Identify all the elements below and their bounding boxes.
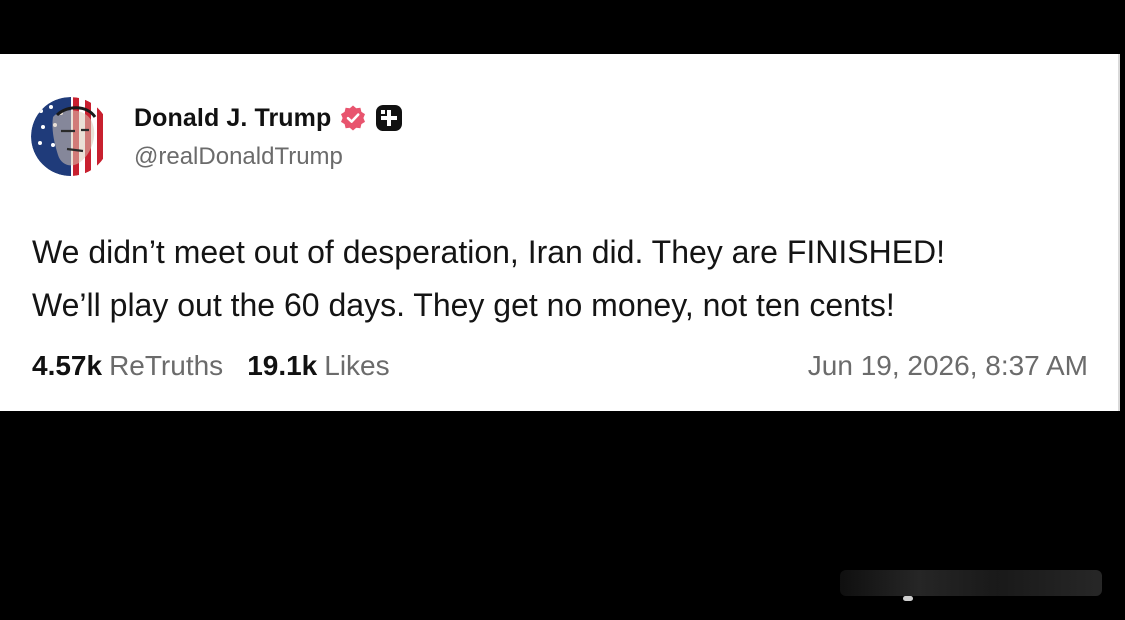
watermark bbox=[840, 570, 1102, 596]
post-text-line: We didn’t meet out of desperation, Iran … bbox=[32, 234, 946, 270]
post-text-line: We’ll play out the 60 days. They get no … bbox=[32, 287, 895, 323]
avatar[interactable] bbox=[31, 97, 110, 176]
screenshot-frame: Donald J. Trump @realDonaldTrump We didn… bbox=[0, 0, 1125, 620]
likes-label[interactable]: Likes bbox=[324, 350, 389, 382]
post-timestamp[interactable]: Jun 19, 2026, 8:37 AM bbox=[808, 350, 1088, 382]
likes-count[interactable]: 19.1k bbox=[247, 350, 317, 382]
retruths-count[interactable]: 4.57k bbox=[32, 350, 102, 382]
post-card[interactable]: Donald J. Trump @realDonaldTrump We didn… bbox=[0, 54, 1120, 411]
author-handle[interactable]: @realDonaldTrump bbox=[134, 143, 343, 171]
post-stats: 4.57k ReTruths 19.1k Likes bbox=[32, 350, 390, 382]
author-display-name[interactable]: Donald J. Trump bbox=[134, 104, 331, 133]
retruths-label[interactable]: ReTruths bbox=[109, 350, 223, 382]
plus-square-icon bbox=[375, 104, 403, 132]
verified-badge-icon bbox=[339, 104, 367, 132]
author-name-row: Donald J. Trump bbox=[134, 101, 403, 135]
watermark-dot bbox=[903, 596, 913, 601]
flag-portrait-avatar-icon bbox=[31, 97, 110, 176]
post-body: We didn’t meet out of desperation, Iran … bbox=[32, 226, 1102, 332]
